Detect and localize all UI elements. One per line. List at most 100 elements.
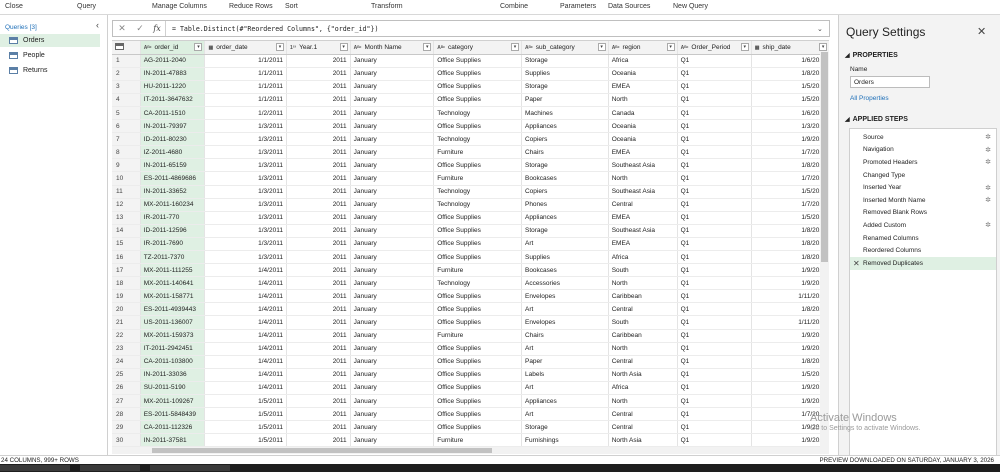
table-cell[interactable]: 1/4/2011 [204,302,287,317]
table-cell[interactable]: 1/8/2011 [751,237,829,252]
table-cell[interactable]: Q1 [677,198,752,212]
gear-icon[interactable]: ✲ [985,133,991,141]
table-cell[interactable]: Art [521,342,609,356]
table-cell[interactable]: Q1 [677,420,752,435]
table-cell[interactable]: Q1 [677,289,752,304]
table-cell[interactable]: 2011 [286,80,351,94]
column-header-order-id[interactable]: Aᴮᶜ order_id ▾ [140,41,206,55]
table-cell[interactable]: 1/6/2011 [751,54,829,68]
table-cell[interactable]: 1/5/2011 [204,407,287,422]
gear-icon[interactable]: ✲ [985,196,991,204]
ribbon-group-transform[interactable]: Transform [371,3,403,10]
table-cell[interactable]: January [350,329,435,343]
table-cell[interactable]: Q1 [677,119,752,134]
table-cell[interactable]: Office Supplies [433,368,522,382]
table-cell[interactable]: EMEA [608,145,678,160]
table-cell[interactable]: Office Supplies [433,302,522,317]
column-type-icon[interactable]: 1²³ [290,45,296,51]
table-cell[interactable]: 1/1/2011 [204,54,287,68]
table-cell[interactable]: 1/4/2011 [204,289,287,304]
table-cell[interactable]: Copiers [521,185,609,199]
table-cell[interactable]: Copiers [521,132,609,147]
table-cell[interactable]: 1/1/2011 [204,67,287,81]
table-cell[interactable]: January [350,289,435,304]
table-cell[interactable]: 2011 [286,329,351,343]
step-changed-type[interactable]: Changed Type [850,169,996,182]
table-cell[interactable]: 1/11/2011 [751,289,829,304]
table-cell[interactable]: Storage [521,158,609,173]
table-cell[interactable]: Office Supplies [433,355,522,369]
table-cell[interactable]: Q1 [677,224,752,238]
table-cell[interactable]: Q1 [677,185,752,199]
table-cell[interactable]: North Asia [608,433,678,448]
table-cell[interactable]: 2011 [286,355,351,369]
table-cell[interactable]: 2011 [286,106,351,121]
table-cell[interactable]: North [608,276,678,291]
table-cell[interactable]: 1/8/2011 [751,158,829,173]
table-cell[interactable]: 1/9/2011 [751,276,829,291]
table-cell[interactable]: Canada [608,106,678,121]
step-removed-duplicates[interactable]: ✕ Removed Duplicates [850,257,996,270]
table-cell[interactable]: Q1 [677,368,752,382]
column-type-icon[interactable]: ▦ [208,45,213,51]
query-item-orders[interactable]: Orders [0,34,100,47]
query-item-returns[interactable]: Returns [0,64,100,77]
table-cell[interactable]: Bookcases [521,263,609,278]
ribbon-group-sort[interactable]: Sort [285,3,298,10]
table-cell[interactable]: Office Supplies [433,119,522,134]
table-cell[interactable]: 1/3/2011 [204,211,287,225]
table-cell[interactable]: Office Supplies [433,420,522,435]
table-cell[interactable]: North [608,342,678,356]
table-cell[interactable]: Oceania [608,67,678,81]
step-renamed-columns[interactable]: Renamed Columns [850,232,996,245]
table-cell[interactable]: January [350,368,435,382]
step-removed-blank-rows[interactable]: Removed Blank Rows [850,207,996,220]
table-cell[interactable]: Q1 [677,211,752,225]
table-cell[interactable]: Machines [521,106,609,121]
table-cell[interactable]: Technology [433,276,522,291]
column-header-order-period[interactable]: Aᴮᶜ Order_Period ▾ [677,41,752,55]
table-cell[interactable]: 2011 [286,198,351,212]
table-cell[interactable]: January [350,67,435,81]
table-cell[interactable]: Q1 [677,276,752,291]
table-cell[interactable]: Art [521,302,609,317]
ribbon-group-parameters[interactable]: Parameters [560,3,596,10]
table-cell[interactable]: Caribbean [608,289,678,304]
table-cell[interactable]: Q1 [677,145,752,160]
table-cell[interactable]: 2011 [286,211,351,225]
table-cell[interactable]: 2011 [286,315,351,330]
table-cell[interactable]: Technology [433,185,522,199]
table-cell[interactable]: Office Supplies [433,250,522,265]
table-cell[interactable]: IZ-2011-4680 [140,145,206,160]
table-cell[interactable]: 2011 [286,119,351,134]
ribbon-group-query[interactable]: Query [77,3,96,10]
column-header-category[interactable]: Aᴮᶜ category ▾ [433,41,522,55]
vertical-scroll-thumb[interactable] [821,52,828,262]
table-cell[interactable]: 1/8/2011 [751,67,829,81]
table-cell[interactable]: January [350,407,435,422]
table-cell[interactable]: Office Supplies [433,211,522,225]
table-cell[interactable]: 1/1/2011 [204,93,287,107]
table-cell[interactable]: January [350,302,435,317]
table-cell[interactable]: Central [608,420,678,435]
table-cell[interactable]: 2011 [286,93,351,107]
ribbon-group-reduce-rows[interactable]: Reduce Rows [229,3,273,10]
table-cell[interactable]: Office Supplies [433,342,522,356]
expand-formula-icon[interactable]: ⌄ [817,25,829,33]
table-cell[interactable]: January [350,224,435,238]
table-cell[interactable]: MX-2011-109267 [140,394,206,409]
table-cell[interactable]: 2011 [286,276,351,291]
column-header-month-name[interactable]: Aᴮᶜ Month Name ▾ [350,41,435,55]
ribbon-group-combine[interactable]: Combine [500,3,528,10]
table-cell[interactable]: January [350,93,435,107]
table-cell[interactable]: MX-2011-158771 [140,289,206,304]
column-type-icon[interactable]: ▦ [755,45,760,51]
table-cell[interactable]: 1/8/2011 [751,355,829,369]
table-cell[interactable]: 1/3/2011 [204,145,287,160]
table-cell[interactable]: 1/8/2011 [751,224,829,238]
table-cell[interactable]: January [350,54,435,68]
table-cell[interactable]: 1/4/2011 [204,355,287,369]
table-cell[interactable]: 1/4/2011 [204,381,287,396]
table-cell[interactable]: Africa [608,381,678,396]
table-cell[interactable]: Furniture [433,433,522,448]
